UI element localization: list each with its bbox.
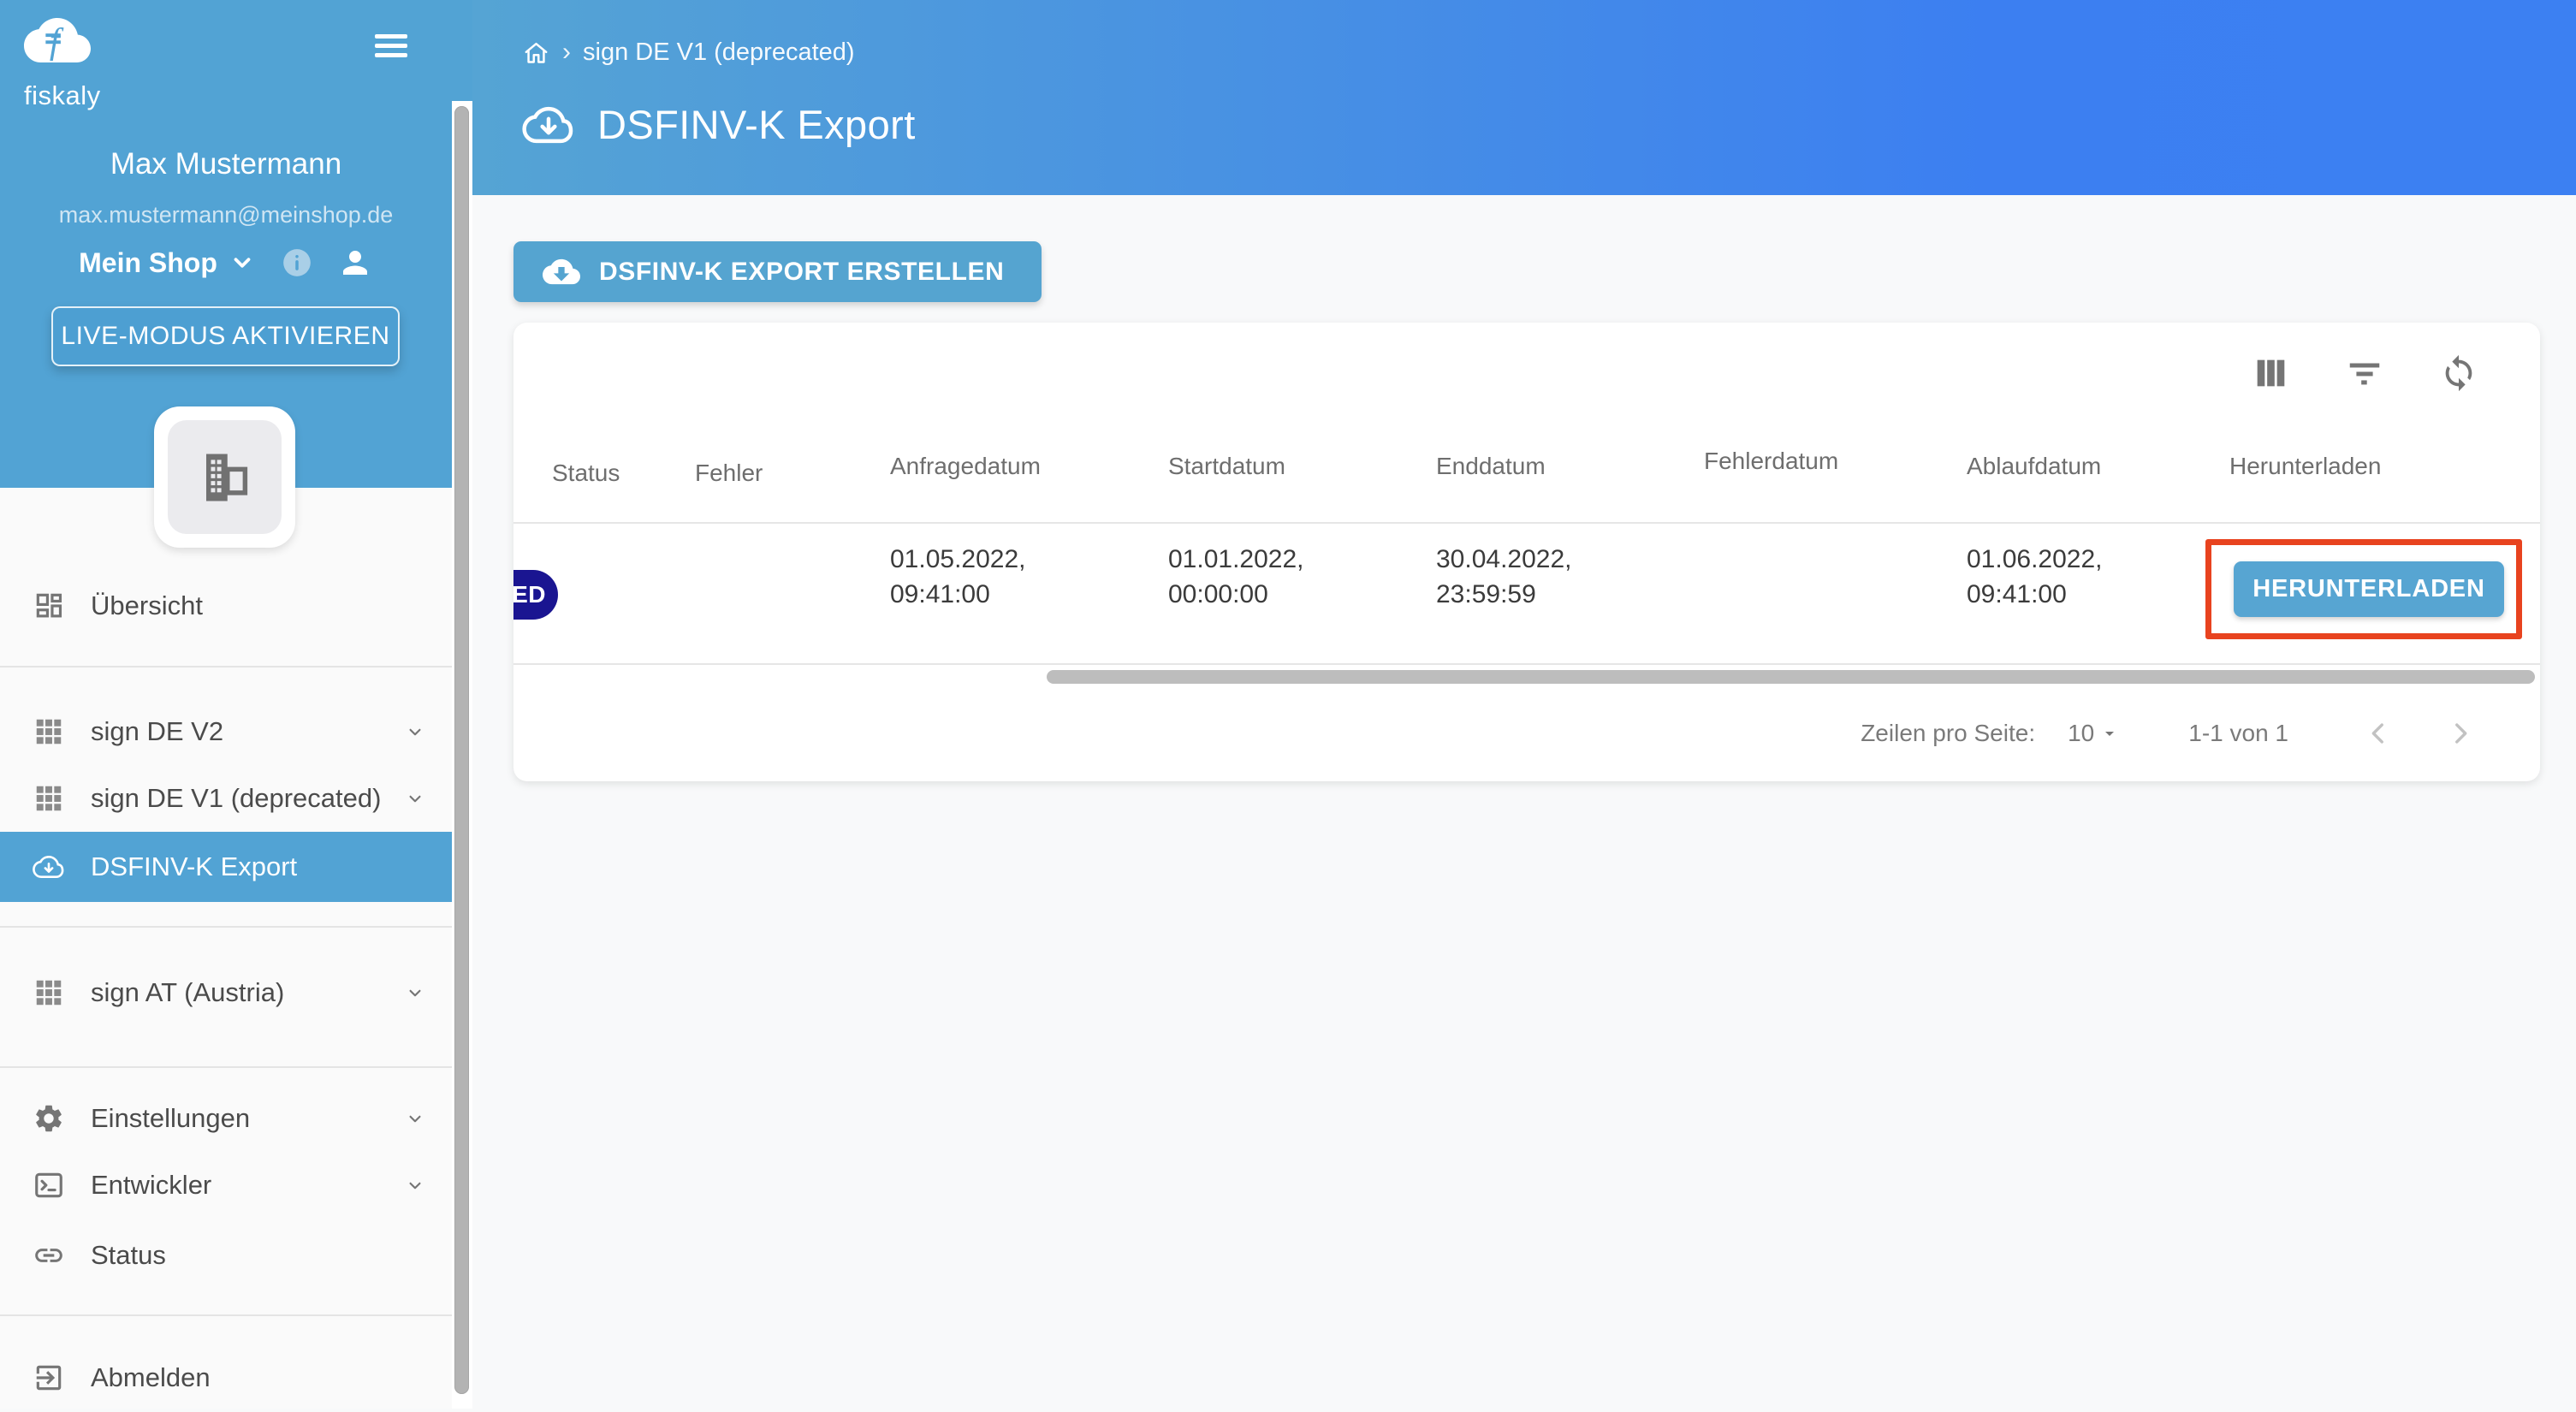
sidebar-item-label: sign DE V2 — [91, 716, 404, 747]
refresh-icon[interactable] — [2439, 353, 2478, 393]
page-title: DSFINV-K Export — [597, 101, 916, 148]
rows-per-page-label: Zeilen pro Seite: — [1861, 720, 2035, 747]
main-area: › sign DE V1 (deprecated) DSFINV-K Expor… — [472, 0, 2576, 1409]
sidebar-item-sign-de-v1[interactable]: sign DE V1 (deprecated) — [0, 764, 452, 833]
organization-building-icon — [197, 449, 253, 506]
table-header-divider — [513, 522, 2540, 524]
download-button[interactable]: HERUNTERLADEN — [2234, 561, 2504, 617]
cell-startdatum: 01.01.2022, 00:00:00 — [1168, 542, 1303, 612]
fiskaly-logo: f fiskaly — [24, 12, 127, 106]
view-columns-icon[interactable] — [2251, 353, 2290, 393]
cell-ablaufdatum: 01.06.2022, 09:41:00 — [1967, 542, 2102, 612]
settings-gear-icon — [33, 1102, 65, 1135]
status-chip: ED — [513, 570, 558, 620]
dropdown-arrow-icon — [2099, 723, 2120, 744]
person-icon[interactable] — [337, 245, 373, 281]
apps-icon — [33, 976, 65, 1009]
logout-icon — [33, 1362, 65, 1394]
pagination: Zeilen pro Seite: 10 1-1 von 1 — [1861, 709, 2475, 757]
cloud-download-icon — [522, 103, 575, 147]
sidebar: f fiskaly Max Mustermann max.mustermann@… — [0, 0, 472, 1409]
link-icon — [33, 1239, 65, 1272]
sidebar-item-label: Einstellungen — [91, 1103, 404, 1134]
filter-list-icon[interactable] — [2345, 353, 2384, 393]
organization-card[interactable] — [154, 406, 295, 548]
sidebar-divider — [0, 1314, 452, 1316]
cell-enddatum: 30.04.2022, 23:59:59 — [1436, 542, 1571, 612]
chevron-down-icon[interactable] — [229, 250, 255, 276]
sidebar-scrollbar-thumb[interactable] — [454, 106, 469, 1394]
apps-icon — [33, 782, 65, 815]
shop-selector[interactable]: Mein Shop — [79, 247, 217, 279]
cloud-download-icon — [33, 851, 65, 883]
sidebar-divider — [0, 1066, 452, 1068]
breadcrumb-page[interactable]: sign DE V1 (deprecated) — [583, 39, 855, 67]
sidebar-item-abmelden[interactable]: Abmelden — [0, 1344, 452, 1412]
sidebar-item-label: sign AT (Austria) — [91, 977, 404, 1008]
breadcrumb-separator: › — [562, 38, 571, 67]
sidebar-item-entwickler[interactable]: Entwickler — [0, 1151, 452, 1219]
sidebar-item-sign-at[interactable]: sign AT (Austria) — [0, 958, 452, 1027]
previous-page-icon[interactable] — [2364, 719, 2393, 748]
sidebar-item-dsfinvk-export[interactable]: DSFINV-K Export — [0, 832, 452, 902]
shop-selector-row: Mein Shop — [0, 241, 452, 284]
chevron-down-icon — [404, 982, 426, 1004]
hamburger-icon — [375, 34, 407, 39]
sidebar-item-einstellungen[interactable]: Einstellungen — [0, 1084, 452, 1153]
live-mode-button[interactable]: LIVE-MODUS AKTIVIEREN — [51, 306, 400, 366]
sidebar-divider — [0, 666, 452, 667]
rows-per-page-value: 10 — [2068, 720, 2094, 747]
export-table-card: Status Fehler Anfragedatum Startdatum En… — [513, 323, 2540, 781]
sidebar-item-label: Status — [91, 1240, 426, 1271]
sidebar-item-sign-de-v2[interactable]: sign DE V2 — [0, 697, 452, 766]
column-header-status[interactable]: Status — [552, 460, 620, 487]
dashboard-icon — [33, 590, 65, 622]
page-title-row: DSFINV-K Export — [522, 101, 916, 148]
apps-icon — [33, 715, 65, 748]
chevron-down-icon — [404, 1174, 426, 1196]
column-header-ablaufdatum[interactable]: Ablaufdatum — [1967, 453, 2101, 480]
user-name: Max Mustermann — [0, 147, 452, 181]
chevron-down-icon — [404, 787, 426, 810]
sidebar-scrollbar-track[interactable] — [452, 101, 472, 1409]
column-header-enddatum[interactable]: Enddatum — [1436, 453, 1546, 480]
next-page-icon[interactable] — [2446, 719, 2475, 748]
sidebar-divider — [0, 926, 452, 928]
sidebar-item-status[interactable]: Status — [0, 1221, 452, 1290]
column-header-fehlerdatum[interactable]: Fehlerdatum — [1704, 448, 1838, 475]
home-icon[interactable] — [522, 39, 550, 67]
column-header-anfragedatum[interactable]: Anfragedatum — [890, 453, 1041, 480]
rows-per-page-select[interactable]: 10 — [2068, 720, 2120, 747]
cloud-logo-icon: f — [24, 12, 91, 68]
logo-wordmark: fiskaly — [24, 80, 127, 111]
table-toolbar — [2251, 353, 2478, 393]
sidebar-item-label: Übersicht — [91, 590, 426, 621]
info-icon[interactable] — [281, 246, 313, 279]
menu-toggle-button[interactable] — [375, 34, 407, 62]
sidebar-item-label: sign DE V1 (deprecated) — [91, 783, 404, 814]
sidebar-item-label: Entwickler — [91, 1170, 404, 1201]
horizontal-scrollbar-thumb[interactable] — [1047, 670, 2535, 684]
sidebar-item-label: Abmelden — [91, 1362, 426, 1393]
column-header-fehler[interactable]: Fehler — [695, 460, 763, 487]
user-email: max.mustermann@meinshop.de — [0, 202, 452, 228]
column-header-startdatum[interactable]: Startdatum — [1168, 453, 1285, 480]
page-header: › sign DE V1 (deprecated) DSFINV-K Expor… — [472, 0, 2576, 195]
cloud-download-icon — [543, 256, 580, 288]
create-export-button-label: DSFINV-K EXPORT ERSTELLEN — [599, 258, 1004, 287]
chevron-down-icon — [404, 1107, 426, 1130]
sidebar-item-uebersicht[interactable]: Übersicht — [0, 572, 452, 640]
create-export-button[interactable]: DSFINV-K EXPORT ERSTELLEN — [513, 241, 1042, 302]
breadcrumb: › sign DE V1 (deprecated) — [522, 38, 855, 67]
chevron-down-icon — [404, 721, 426, 743]
pagination-range: 1-1 von 1 — [2188, 720, 2288, 747]
terminal-icon — [33, 1169, 65, 1201]
sidebar-item-label: DSFINV-K Export — [91, 851, 426, 882]
organization-card-inner — [168, 420, 282, 534]
column-header-herunterladen[interactable]: Herunterladen — [2229, 453, 2381, 480]
table-row-divider — [513, 663, 2540, 665]
cell-anfragedatum: 01.05.2022, 09:41:00 — [890, 542, 1025, 612]
